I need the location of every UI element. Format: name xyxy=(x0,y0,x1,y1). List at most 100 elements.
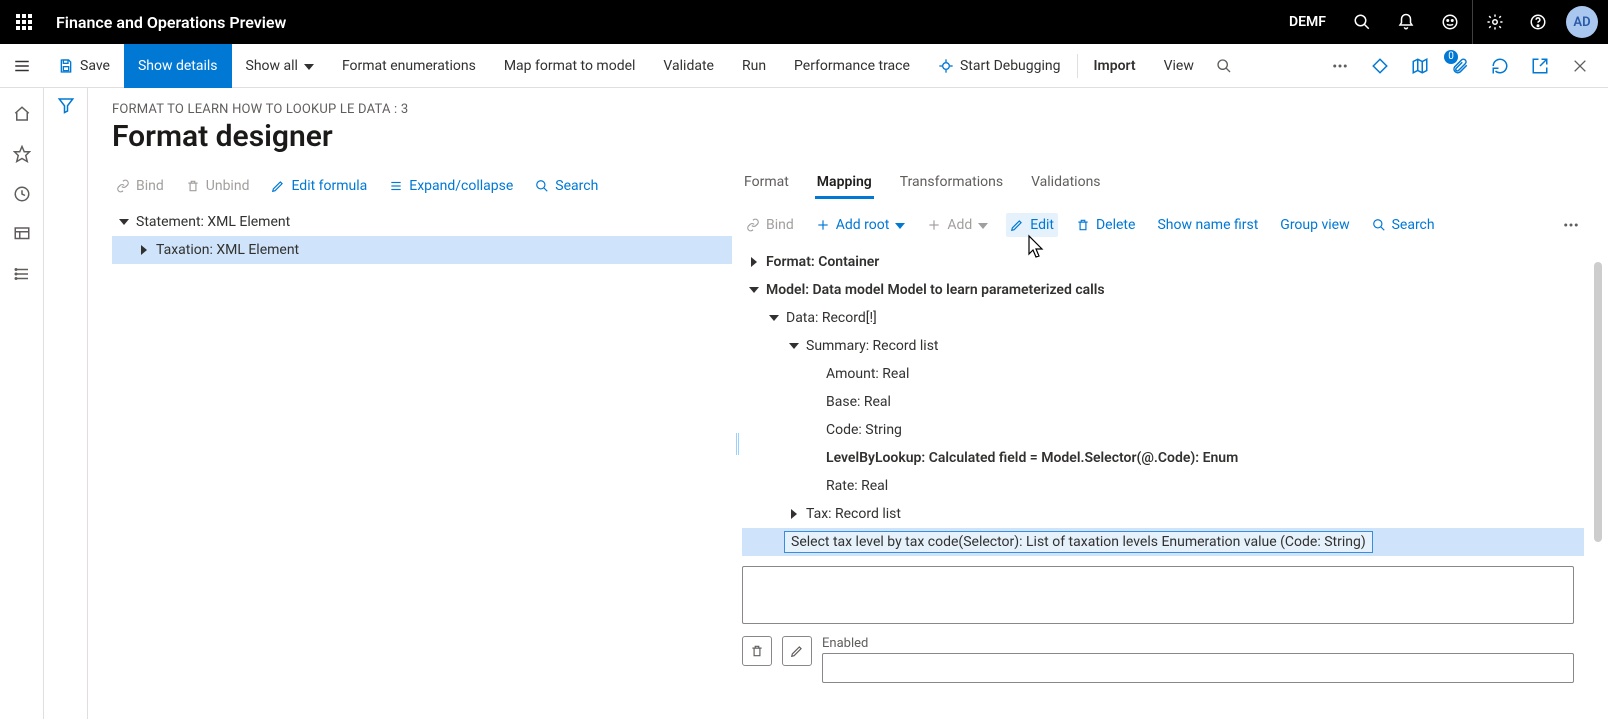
tree-row[interactable]: Format: Container xyxy=(742,248,1584,276)
expand-toggle-icon[interactable] xyxy=(744,280,764,300)
expand-toggle-icon[interactable] xyxy=(744,252,764,272)
expand-toggle-icon[interactable] xyxy=(134,240,154,260)
edit-button[interactable]: Edit xyxy=(1006,213,1058,237)
delete-small-button[interactable] xyxy=(742,636,772,666)
right-overflow-icon[interactable] xyxy=(1558,212,1584,238)
run-button[interactable]: Run xyxy=(728,44,780,88)
right-search-button[interactable]: Search xyxy=(1368,213,1439,237)
tree-row[interactable]: Amount: Real xyxy=(742,360,1584,388)
refresh-icon[interactable] xyxy=(1482,48,1518,84)
splitter[interactable] xyxy=(732,168,742,719)
clock-icon[interactable] xyxy=(0,174,44,214)
delete-button[interactable]: Delete xyxy=(1072,213,1139,237)
tree-row[interactable]: Summary: Record list xyxy=(742,332,1584,360)
attachments-icon[interactable]: 0 xyxy=(1442,48,1478,84)
save-icon xyxy=(58,58,74,74)
home-icon[interactable] xyxy=(0,94,44,134)
group-view-button[interactable]: Group view xyxy=(1276,213,1353,237)
add-root-button[interactable]: Add root xyxy=(812,213,910,237)
filter-icon[interactable] xyxy=(57,96,75,719)
format-enumerations-button[interactable]: Format enumerations xyxy=(328,44,490,88)
scrollbar[interactable] xyxy=(1594,262,1602,542)
tree-row[interactable]: Rate: Real xyxy=(742,472,1584,500)
add-button[interactable]: Add xyxy=(923,213,992,237)
tree-row[interactable]: Statement: XML Element xyxy=(112,208,732,236)
save-button[interactable]: Save xyxy=(44,44,124,88)
search-icon xyxy=(1372,218,1386,232)
smiley-icon[interactable] xyxy=(1428,0,1472,44)
avatar[interactable]: AD xyxy=(1566,6,1598,38)
validate-button[interactable]: Validate xyxy=(649,44,728,88)
show-all-label: Show all xyxy=(246,58,298,74)
breadcrumb: FORMAT TO LEARN HOW TO LOOKUP LE DATA : … xyxy=(112,102,1584,117)
binding-expression-box[interactable] xyxy=(742,566,1574,624)
show-all-button[interactable]: Show all xyxy=(232,44,328,88)
tab-format[interactable]: Format xyxy=(742,168,791,199)
expand-toggle-icon[interactable] xyxy=(114,212,134,232)
chevron-down-icon xyxy=(895,217,905,233)
expand-toggle-icon[interactable] xyxy=(764,308,784,328)
app-title: Finance and Operations Preview xyxy=(48,13,286,32)
modules-icon[interactable] xyxy=(0,254,44,294)
left-search-button[interactable]: Search xyxy=(531,174,602,198)
gear-icon[interactable] xyxy=(1472,0,1516,44)
star-icon[interactable] xyxy=(0,134,44,174)
tree-row[interactable]: Code: String xyxy=(742,416,1584,444)
save-label: Save xyxy=(80,58,110,74)
hamburger-icon[interactable] xyxy=(0,44,44,88)
tree-row[interactable]: Base: Real xyxy=(742,388,1584,416)
unbind-button[interactable]: Unbind xyxy=(182,174,254,198)
tree-row[interactable]: Taxation: XML Element xyxy=(112,236,732,264)
link-icon xyxy=(746,218,760,232)
tab-validations[interactable]: Validations xyxy=(1029,168,1102,199)
tree-row-selected[interactable]: Select tax level by tax code(Selector): … xyxy=(742,528,1584,556)
list-icon xyxy=(389,179,403,193)
divider xyxy=(1077,54,1078,78)
edit-formula-button[interactable]: Edit formula xyxy=(267,174,371,198)
cmdbar-search-icon[interactable] xyxy=(1208,44,1240,88)
tree-row[interactable]: Tax: Record list xyxy=(742,500,1584,528)
expand-collapse-button[interactable]: Expand/collapse xyxy=(385,174,517,198)
view-button[interactable]: View xyxy=(1150,44,1208,88)
tree-row[interactable]: LevelByLookup: Calculated field = Model.… xyxy=(742,444,1584,472)
search-icon[interactable] xyxy=(1340,0,1384,44)
left-toolbar: Bind Unbind Edit formula Expand/collapse xyxy=(112,168,732,208)
diamond-icon[interactable] xyxy=(1362,48,1398,84)
map-icon[interactable] xyxy=(1402,48,1438,84)
tab-transformations[interactable]: Transformations xyxy=(898,168,1005,199)
expand-toggle-icon[interactable] xyxy=(784,336,804,356)
attachments-badge: 0 xyxy=(1444,50,1458,64)
chevron-down-icon xyxy=(978,217,988,233)
popout-icon[interactable] xyxy=(1522,48,1558,84)
waffle-icon[interactable] xyxy=(0,0,48,44)
pencil-icon xyxy=(1010,218,1024,232)
enabled-input[interactable] xyxy=(822,653,1574,683)
bell-icon[interactable] xyxy=(1384,0,1428,44)
bind-button[interactable]: Bind xyxy=(112,174,168,198)
show-details-button[interactable]: Show details xyxy=(124,44,232,88)
map-format-button[interactable]: Map format to model xyxy=(490,44,650,88)
link-icon xyxy=(116,179,130,193)
filter-column xyxy=(44,88,88,719)
tab-mapping[interactable]: Mapping xyxy=(815,168,874,199)
page-title: Format designer xyxy=(112,119,1584,154)
help-icon[interactable] xyxy=(1516,0,1560,44)
trash-icon xyxy=(1076,218,1090,232)
import-button[interactable]: Import xyxy=(1080,44,1150,88)
expand-toggle-icon[interactable] xyxy=(784,504,804,524)
performance-trace-button[interactable]: Performance trace xyxy=(780,44,924,88)
start-debugging-button[interactable]: Start Debugging xyxy=(924,44,1075,88)
topbar: Finance and Operations Preview DEMF AD xyxy=(0,0,1608,44)
bind-button-right[interactable]: Bind xyxy=(742,213,798,237)
search-icon xyxy=(535,179,549,193)
close-icon[interactable] xyxy=(1562,48,1598,84)
show-name-first-button[interactable]: Show name first xyxy=(1153,213,1262,237)
company-code[interactable]: DEMF xyxy=(1275,14,1340,30)
trash-icon xyxy=(186,179,200,193)
edit-small-button[interactable] xyxy=(782,636,812,666)
tree-row[interactable]: Model: Data model Model to learn paramet… xyxy=(742,276,1584,304)
workspace-icon[interactable] xyxy=(0,214,44,254)
overflow-icon[interactable] xyxy=(1322,48,1358,84)
tree-row[interactable]: Data: Record[!] xyxy=(742,304,1584,332)
left-rail xyxy=(0,88,44,719)
